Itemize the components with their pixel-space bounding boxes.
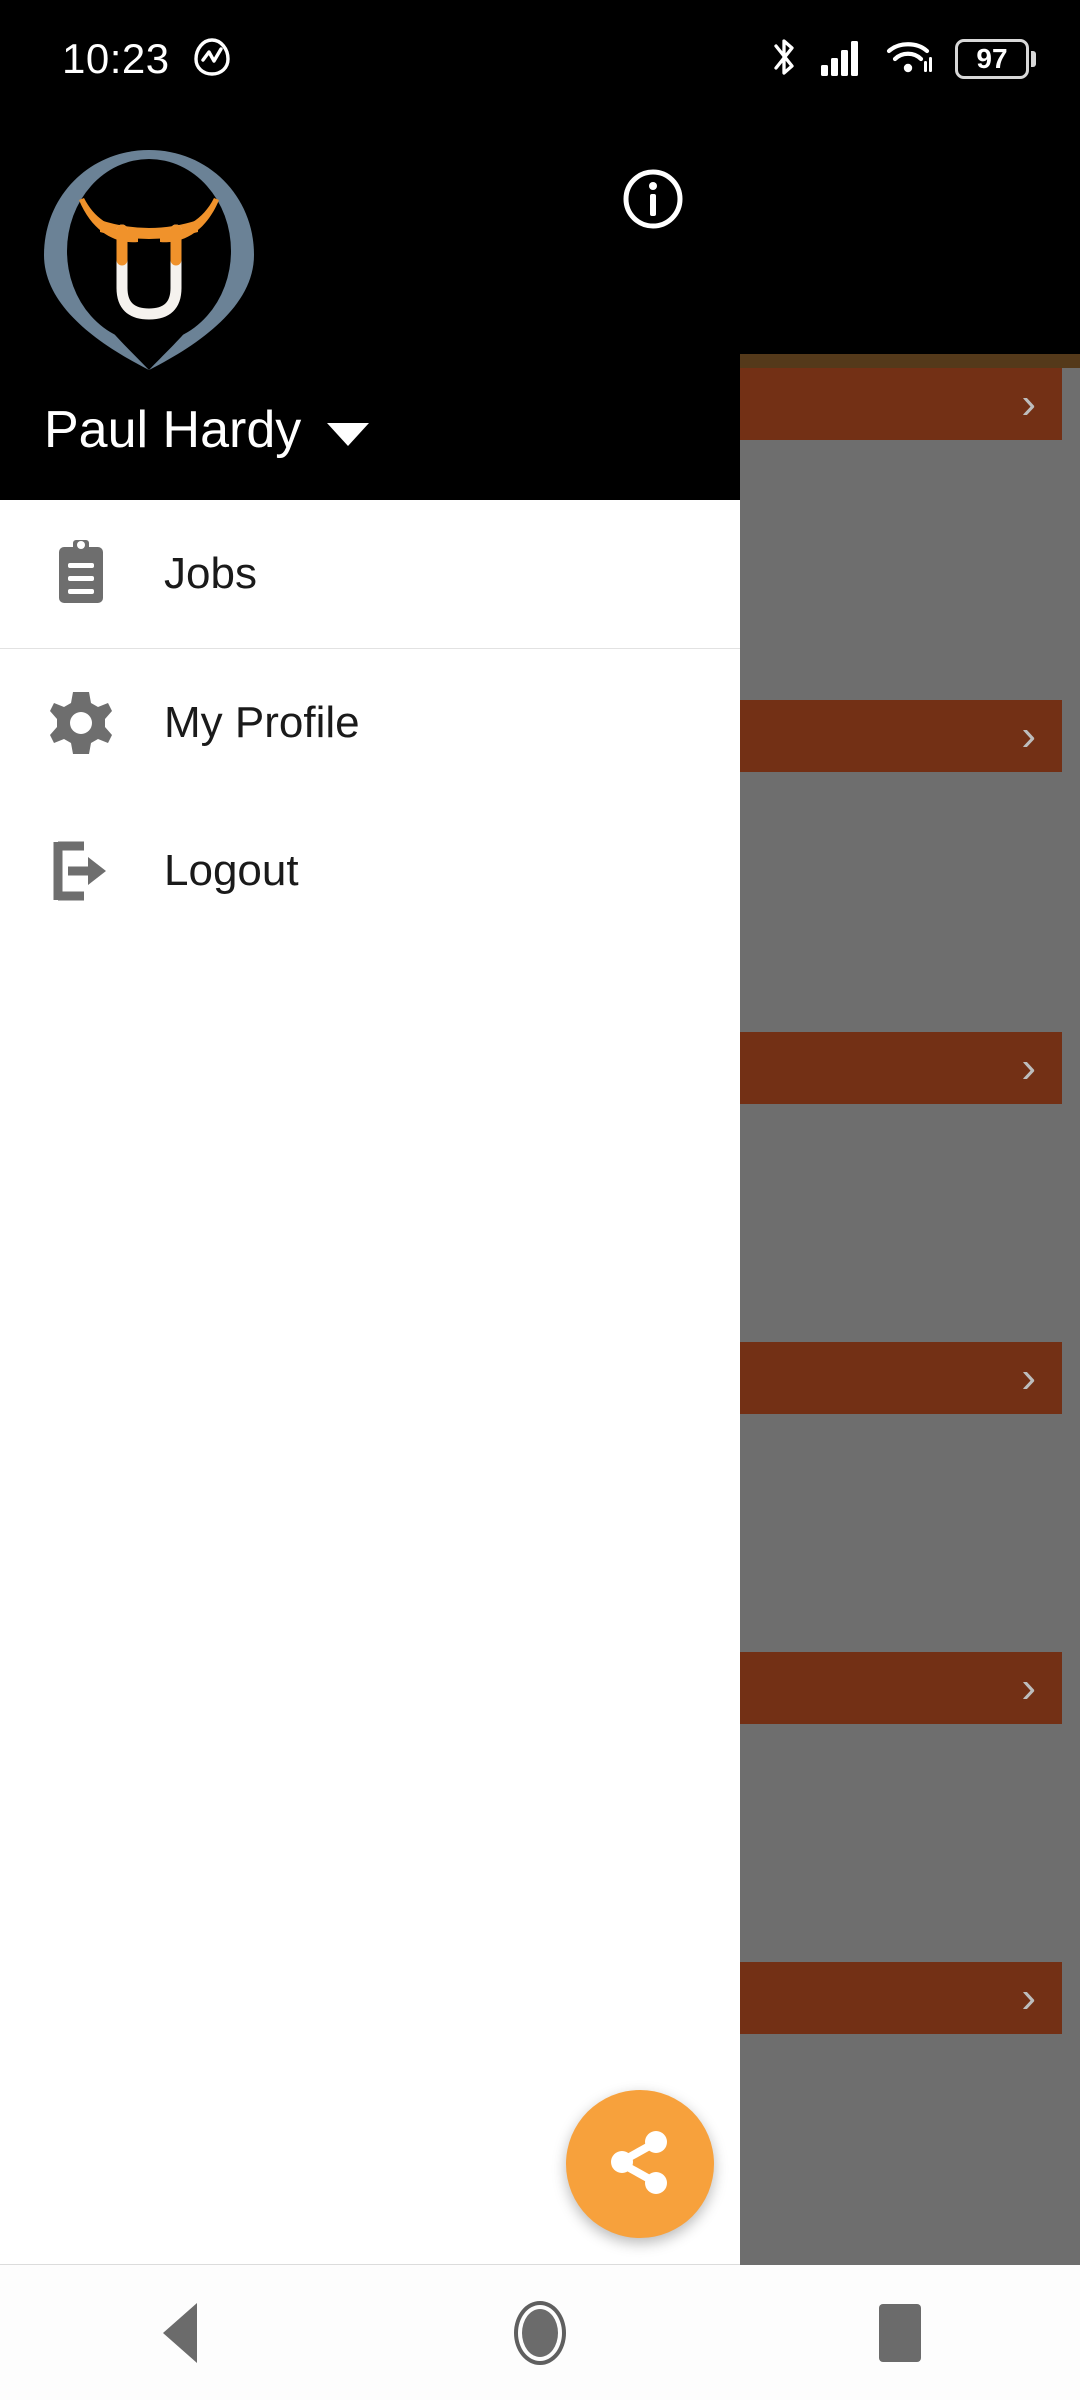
chevron-right-icon: › [1021, 1353, 1036, 1402]
info-circle-icon[interactable] [622, 168, 684, 230]
sidebar-item-label: Jobs [164, 549, 257, 598]
logout-arrow-icon [44, 834, 118, 908]
sidebar-item-logout[interactable]: Logout [0, 797, 740, 945]
sidebar-item-label: Logout [164, 846, 299, 895]
back-triangle-icon [163, 2302, 197, 2363]
battery-indicator: 97 [955, 39, 1036, 79]
chevron-right-icon: › [1021, 379, 1036, 428]
recents-square-icon [879, 2303, 921, 2362]
android-navigation-bar [0, 2265, 1080, 2400]
bull-logo-avatar [38, 148, 260, 370]
sidebar-item-my-profile[interactable]: My Profile [0, 649, 740, 797]
navigation-drawer: Paul Hardy Jobs My Profile Logout [0, 0, 740, 2265]
chevron-down-icon [327, 422, 370, 446]
home-button[interactable] [460, 2265, 620, 2400]
sidebar-item-label: My Profile [164, 698, 360, 747]
drawer-user-name: Paul Hardy [44, 401, 302, 459]
recents-button[interactable] [820, 2265, 980, 2400]
cellular-signal-icon [819, 37, 865, 82]
phone-screen: Future Jobs H SOUTH NSW 2›.. › 27 Januar… [0, 0, 1080, 2400]
status-bar-left: 10:23 [62, 35, 232, 83]
status-bar: 10:23 97 [0, 0, 1080, 118]
chevron-right-icon: › [1021, 1043, 1036, 1092]
battery-percent-label: 97 [976, 43, 1008, 74]
share-fab-button[interactable] [566, 2090, 714, 2238]
gear-icon [44, 686, 118, 760]
share-icon [604, 2126, 676, 2203]
chevron-right-icon: › [1021, 1973, 1036, 2022]
status-bar-right: 97 [769, 35, 1036, 84]
clipboard-icon [44, 537, 118, 611]
chevron-right-icon: › [1021, 711, 1036, 760]
status-bar-clock: 10:23 [62, 35, 170, 82]
back-button[interactable] [100, 2265, 260, 2400]
drawer-user-selector[interactable]: Paul Hardy [44, 400, 370, 460]
activity-pulse-icon [192, 37, 232, 82]
sidebar-item-jobs[interactable]: Jobs [0, 500, 740, 648]
chevron-right-icon: › [1021, 1663, 1036, 1712]
wifi-icon [885, 37, 935, 82]
bluetooth-icon [769, 35, 799, 84]
home-circle-icon [514, 2300, 566, 2365]
